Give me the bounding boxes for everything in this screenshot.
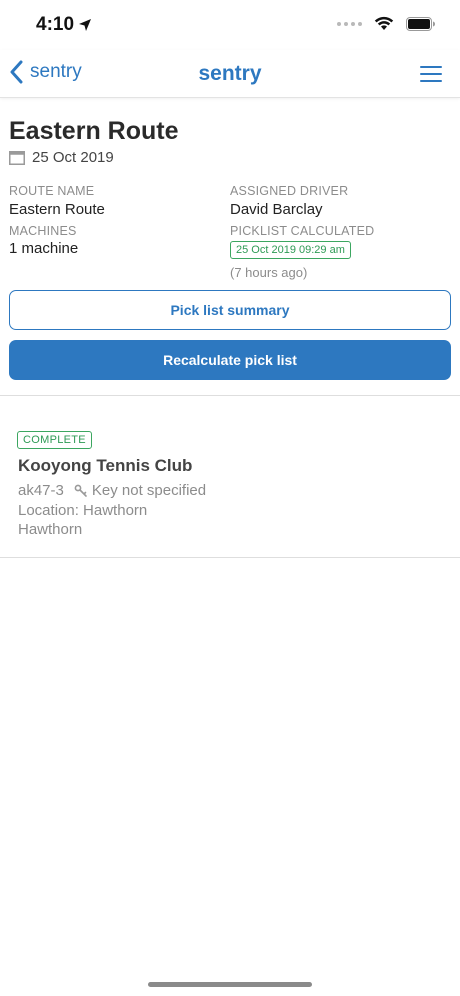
- key-icon: [74, 484, 87, 497]
- pick-list-summary-button[interactable]: Pick list summary: [9, 290, 451, 330]
- machine-id: ak47-3: [18, 482, 64, 499]
- status-time: 4:10: [36, 14, 75, 35]
- assigned-driver-label: ASSIGNED DRIVER: [230, 184, 349, 198]
- route-name-label: ROUTE NAME: [9, 184, 95, 198]
- cellular-dots-icon: [337, 21, 362, 26]
- recalculate-pick-list-button[interactable]: Recalculate pick list: [9, 340, 451, 380]
- calendar-icon: [9, 150, 25, 165]
- route-name-value: Eastern Route: [9, 201, 105, 218]
- wifi-icon: [374, 16, 394, 30]
- picklist-calculated-badge: 25 Oct 2019 09:29 am: [230, 241, 351, 259]
- picklist-time-ago: (7 hours ago): [230, 265, 308, 280]
- list-bottom-divider: [0, 557, 460, 558]
- nav-title: sentry: [198, 62, 262, 85]
- location-arrow-icon: [79, 19, 91, 31]
- machine-suburb: Hawthorn: [18, 521, 83, 538]
- machines-value: 1 machine: [9, 240, 79, 257]
- machine-key-row: ak47-3 Key not specified: [18, 482, 206, 499]
- machine-key-text: Key not specified: [91, 482, 207, 499]
- machine-location: Location: Hawthorn: [18, 502, 148, 519]
- machine-site-name: Kooyong Tennis Club: [18, 456, 193, 475]
- route-date: 25 Oct 2019: [32, 149, 114, 166]
- route-date-row: 25 Oct 2019: [9, 149, 114, 166]
- picklist-calculated-label: PICKLIST CALCULATED: [230, 224, 375, 238]
- page-title: Eastern Route: [9, 117, 179, 145]
- assigned-driver-value: David Barclay: [230, 201, 323, 218]
- machine-list-item[interactable]: COMPLETE Kooyong Tennis Club ak47-3 Key …: [0, 396, 460, 557]
- nav-bar: sentry sentry: [0, 50, 460, 98]
- home-indicator: [148, 982, 312, 987]
- status-badge: COMPLETE: [17, 431, 92, 449]
- hamburger-menu-icon[interactable]: [420, 66, 442, 82]
- status-icons: [337, 16, 436, 31]
- battery-icon: [406, 16, 435, 31]
- status-bar: 4:10: [0, 0, 460, 50]
- machines-label: MACHINES: [9, 224, 77, 238]
